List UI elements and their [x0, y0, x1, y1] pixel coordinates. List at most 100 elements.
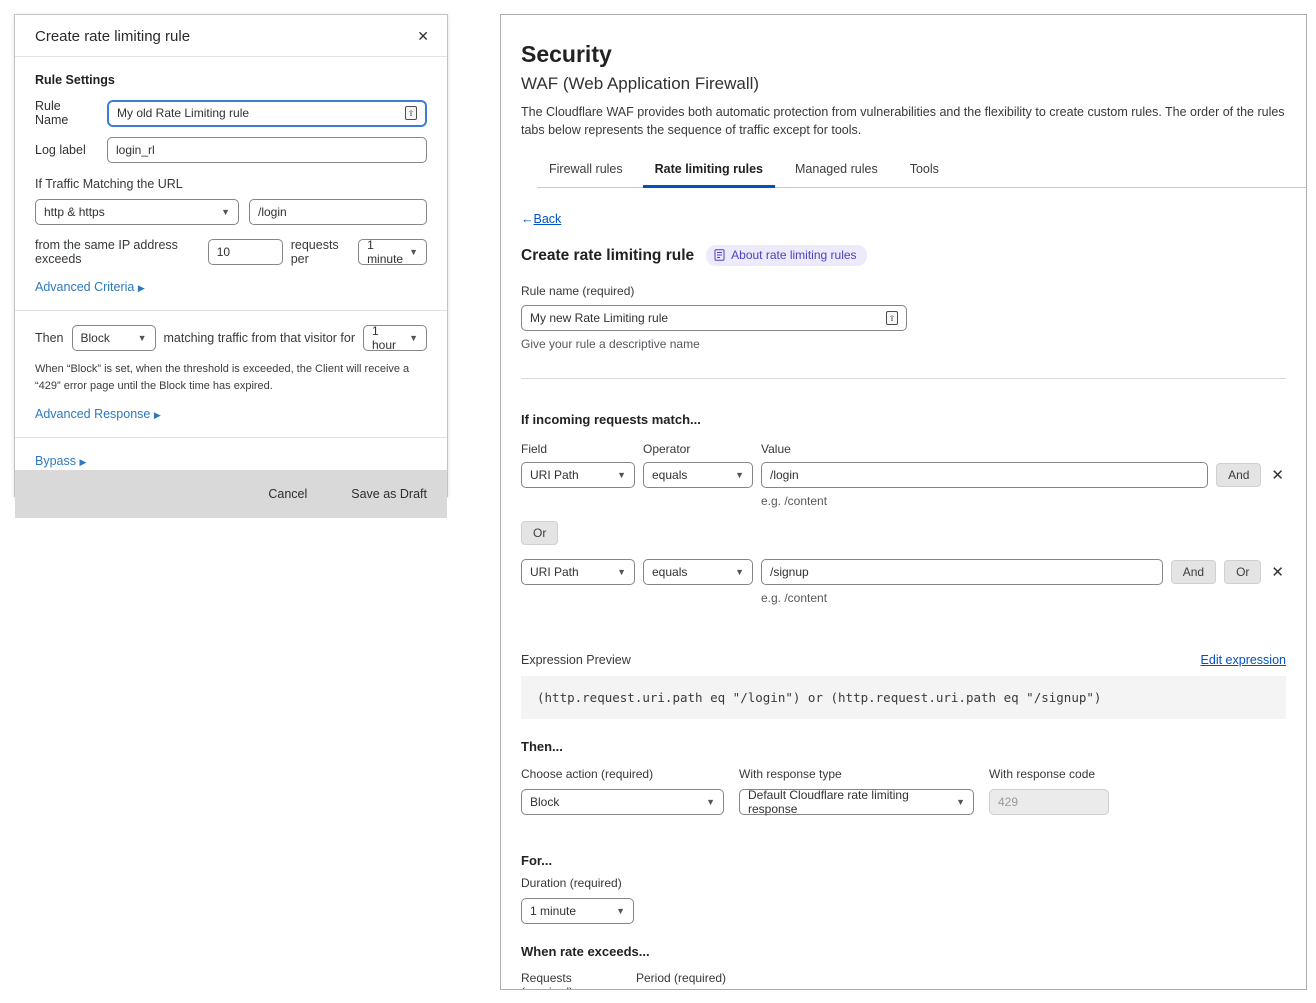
- chevron-down-icon: ▼: [221, 208, 230, 217]
- requests-label: Requests (required): [521, 971, 624, 990]
- scheme-select[interactable]: http & https ▼: [35, 199, 239, 225]
- value-input[interactable]: [761, 462, 1208, 488]
- autofill-icon[interactable]: ⇪: [886, 311, 898, 325]
- rule-name-input[interactable]: [117, 106, 399, 120]
- rule-name-input-wrap: ⇪: [107, 100, 427, 127]
- page-description: The Cloudflare WAF provides both automat…: [521, 103, 1286, 139]
- rule-name-input[interactable]: [530, 311, 880, 325]
- choose-action-value: Block: [530, 795, 559, 809]
- tab-managed-rules[interactable]: Managed rules: [783, 154, 890, 188]
- duration-label: Duration (required): [521, 876, 1286, 890]
- expression-preview-header: Expression Preview Edit expression: [521, 653, 1286, 667]
- choose-action-select[interactable]: Block ▼: [521, 789, 724, 815]
- rule-name-label: Rule Name: [35, 99, 97, 127]
- or-connector-button[interactable]: Or: [521, 521, 558, 545]
- operator-select[interactable]: equals ▼: [643, 462, 753, 488]
- expression-code: (http.request.uri.path eq "/login") or (…: [521, 676, 1286, 719]
- remove-condition-icon[interactable]: ✕: [1269, 466, 1286, 484]
- chevron-down-icon: ▼: [409, 248, 418, 257]
- threshold-row: from the same IP address exceeds request…: [35, 238, 427, 266]
- triangle-right-icon: ▶: [79, 457, 86, 467]
- screenshot-canvas: Create rate limiting rule ✕ Rule Setting…: [0, 0, 1316, 1003]
- condition-row: URI Path ▼ equals ▼ And ✕: [521, 462, 1286, 488]
- tab-tools[interactable]: Tools: [898, 154, 951, 188]
- action-column: Choose action (required) Block ▼: [521, 767, 724, 815]
- dialog-title: Create rate limiting rule: [35, 28, 190, 45]
- period-select[interactable]: 1 minute ▼: [358, 239, 427, 265]
- action-select[interactable]: Block ▼: [72, 325, 156, 351]
- about-badge-label: About rate limiting rules: [731, 248, 856, 262]
- save-as-draft-button[interactable]: Save as Draft: [351, 487, 427, 501]
- tab-firewall-rules[interactable]: Firewall rules: [537, 154, 635, 188]
- action-select-value: Block: [81, 331, 110, 345]
- chevron-down-icon: ▼: [735, 568, 744, 577]
- condition-column-labels: Field Operator Value: [521, 442, 1286, 456]
- advanced-criteria-link[interactable]: Advanced Criteria ▶: [35, 280, 145, 294]
- triangle-right-icon: ▶: [154, 410, 161, 420]
- waf-security-panel: Security WAF (Web Application Firewall) …: [500, 14, 1307, 990]
- and-button[interactable]: And: [1216, 463, 1261, 487]
- operator-select[interactable]: equals ▼: [643, 559, 753, 585]
- field-select-value: URI Path: [530, 468, 579, 482]
- about-rate-limiting-badge[interactable]: About rate limiting rules: [706, 245, 866, 266]
- bypass-link[interactable]: Bypass ▶: [35, 454, 86, 468]
- old-rate-limiting-dialog: Create rate limiting rule ✕ Rule Setting…: [14, 14, 448, 497]
- log-label-label: Log label: [35, 143, 97, 157]
- rate-exceeds-heading: When rate exceeds...: [521, 944, 1286, 959]
- create-rule-heading: Create rate limiting rule: [521, 247, 694, 265]
- divider: [15, 437, 447, 438]
- and-button[interactable]: And: [1171, 560, 1216, 584]
- autofill-icon[interactable]: ⇪: [405, 106, 417, 120]
- then-label: Then: [35, 331, 64, 345]
- ban-duration-select[interactable]: 1 hour ▼: [363, 325, 427, 351]
- ban-duration-value: 1 hour: [372, 324, 403, 352]
- period-select-value: 1 minute: [367, 238, 403, 266]
- advanced-criteria-label: Advanced Criteria: [35, 280, 134, 294]
- value-label: Value: [761, 442, 1286, 456]
- rule-name-hint: Give your rule a descriptive name: [521, 337, 1286, 351]
- bypass-label: Bypass: [35, 454, 76, 468]
- response-type-value: Default Cloudflare rate limiting respons…: [748, 788, 950, 816]
- value-input[interactable]: [761, 559, 1163, 585]
- back-link[interactable]: ←Back: [521, 212, 561, 226]
- response-type-label: With response type: [739, 767, 974, 781]
- remove-condition-icon[interactable]: ✕: [1269, 563, 1286, 581]
- tab-rate-limiting-rules[interactable]: Rate limiting rules: [643, 154, 775, 188]
- response-code-column: With response code: [989, 767, 1109, 815]
- incoming-match-heading: If incoming requests match...: [521, 412, 1286, 427]
- duration-value: 1 minute: [530, 904, 576, 918]
- then-suffix: matching traffic from that visitor for: [164, 331, 356, 345]
- requests-input[interactable]: [208, 239, 283, 265]
- field-select[interactable]: URI Path ▼: [521, 462, 635, 488]
- field-select[interactable]: URI Path ▼: [521, 559, 635, 585]
- cancel-button[interactable]: Cancel: [268, 487, 307, 501]
- dialog-header: Create rate limiting rule ✕: [15, 15, 447, 57]
- chevron-down-icon: ▼: [138, 334, 147, 343]
- divider: [15, 310, 447, 311]
- value-hint: e.g. /content: [761, 591, 1286, 605]
- value-hint: e.g. /content: [761, 494, 1286, 508]
- duration-select[interactable]: 1 minute ▼: [521, 898, 634, 924]
- back-label: Back: [534, 212, 562, 226]
- edit-expression-link[interactable]: Edit expression: [1201, 653, 1286, 667]
- section-divider: [521, 378, 1286, 379]
- document-icon: [714, 249, 725, 261]
- page-subtitle: WAF (Web Application Firewall): [521, 74, 1286, 94]
- response-type-select[interactable]: Default Cloudflare rate limiting respons…: [739, 789, 974, 815]
- url-input[interactable]: [249, 199, 427, 225]
- field-label: Field: [521, 442, 635, 456]
- chevron-down-icon: ▼: [616, 907, 625, 916]
- rule-name-label: Rule name (required): [521, 284, 1286, 298]
- period-label: Period (required): [636, 971, 726, 990]
- chevron-down-icon: ▼: [617, 471, 626, 480]
- chevron-down-icon: ▼: [706, 798, 715, 807]
- rule-name-input-wrap: ⇪: [521, 305, 907, 331]
- advanced-response-link[interactable]: Advanced Response ▶: [35, 407, 161, 421]
- close-icon[interactable]: ✕: [417, 28, 429, 45]
- then-heading: Then...: [521, 739, 1286, 754]
- or-button[interactable]: Or: [1224, 560, 1261, 584]
- advanced-response-label: Advanced Response: [35, 407, 150, 421]
- log-label-input[interactable]: [107, 137, 427, 163]
- then-row: Then Block ▼ matching traffic from that …: [35, 325, 427, 351]
- chevron-down-icon: ▼: [617, 568, 626, 577]
